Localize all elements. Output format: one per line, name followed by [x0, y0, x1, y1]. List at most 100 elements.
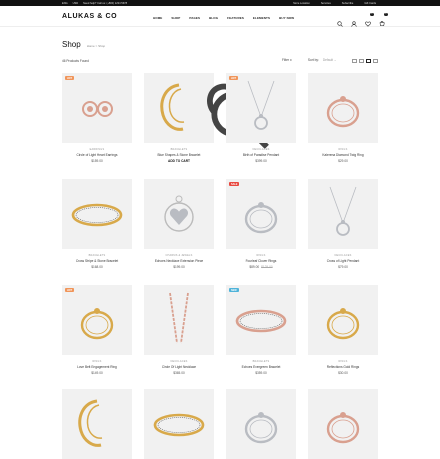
grid-2-view-icon[interactable]	[352, 58, 357, 63]
product-price: $30.00	[308, 371, 378, 375]
product-image[interactable]	[144, 285, 214, 355]
product-image[interactable]: HOT	[226, 73, 296, 143]
grid-4-view-icon[interactable]	[366, 58, 371, 63]
product-image[interactable]	[62, 179, 132, 249]
current-price: $29.00	[338, 159, 348, 163]
search-icon[interactable]	[337, 14, 343, 27]
product-category: RINGS	[92, 360, 102, 363]
sort-label: Sort by:	[307, 58, 319, 62]
services-link[interactable]: Services	[321, 2, 331, 5]
nav-buy-now[interactable]: BUY NOW	[279, 16, 294, 20]
site-header: ALUKAS & CO HOME SHOP PAGES BLOG FEATURE…	[0, 6, 440, 27]
gift-cards-link[interactable]: Gift Cards	[364, 2, 376, 5]
product-image[interactable]	[62, 389, 132, 459]
product-name[interactable]: Love Belt Engagement Ring	[62, 365, 132, 369]
sort-select[interactable]: Default ⌄	[323, 58, 337, 62]
product-price: $159.00	[62, 159, 132, 163]
sort-value: Default	[322, 58, 333, 62]
product-name[interactable]: Echoes Necklace Extension Piece	[144, 259, 214, 263]
filter-icon: ≡	[289, 58, 292, 62]
wishlist-icon[interactable]: 0	[365, 12, 374, 27]
list-view-icon[interactable]	[373, 58, 378, 63]
view-toggle	[352, 58, 378, 63]
product-image[interactable]	[308, 73, 378, 143]
product-image[interactable]	[144, 179, 214, 249]
nav-blog[interactable]: BLOG	[209, 16, 218, 20]
store-location-link[interactable]: Store Location	[293, 2, 310, 5]
product-name[interactable]: Cross Stripe & Stone Bracelet	[62, 259, 132, 263]
product-name[interactable]: Circle Of Light Necklace	[144, 365, 214, 369]
product-name[interactable]: Cross of Light Pendant	[308, 259, 378, 263]
site-logo[interactable]: ALUKAS & CO	[62, 13, 117, 20]
product-price: $149.00	[62, 371, 132, 375]
nav-features[interactable]: FEATURES	[227, 16, 244, 20]
product-name[interactable]: Blue Shapes & Stone Bracelet	[144, 153, 214, 157]
product-name[interactable]: Kalerena Diamond Twig Ring	[308, 153, 378, 157]
product-name[interactable]: Fourleaf Clover Rings	[226, 259, 296, 263]
product-tag: SALE	[229, 182, 240, 187]
product-image[interactable]	[226, 389, 296, 459]
product-name[interactable]: Reflections Gold Rings	[308, 365, 378, 369]
current-price: $359.00	[255, 371, 267, 375]
products-found: 46 Products Found	[62, 59, 89, 63]
current-price: $30.00	[338, 371, 348, 375]
cart-icon[interactable]: 0	[379, 12, 388, 27]
product-tag: NEW	[229, 288, 239, 293]
current-price: $79.00	[338, 265, 348, 269]
current-price: $399.00	[255, 159, 267, 163]
product-category: RINGS	[338, 148, 348, 151]
wishlist-heart-icon[interactable]	[205, 76, 273, 142]
current-price: $365.00	[173, 371, 185, 375]
product-name[interactable]: Birth of Paradise Pendant	[226, 153, 296, 157]
product-price: $359.00	[226, 371, 296, 375]
product-price: $399.00	[226, 159, 296, 163]
product-image[interactable]: NEW	[226, 285, 296, 355]
old-price: $129.00	[261, 265, 273, 269]
product-price: $365.00	[144, 371, 214, 375]
help-phone: Need help? Call us: (+800) 1234 5678	[83, 1, 128, 5]
product-name[interactable]: Echoes Evergreen Bracelet	[226, 365, 296, 369]
grid-3-view-icon[interactable]	[359, 58, 364, 63]
product-image[interactable]	[144, 73, 273, 149]
breadcrumb-home[interactable]: Home	[87, 44, 95, 48]
subscribe-link[interactable]: Subscribe	[342, 2, 354, 5]
product-price: $89.00 $129.00	[226, 265, 296, 269]
product-price: $168.00	[62, 265, 132, 269]
product-category: CHARMS & JEWELS	[165, 254, 193, 257]
product-image[interactable]	[308, 285, 378, 355]
product-category: BRACELETS	[252, 360, 270, 363]
nav-elements[interactable]: ELEMENTS	[253, 16, 270, 20]
product-image[interactable]: HOT	[62, 73, 132, 143]
filter-button[interactable]: Filter ≡	[282, 58, 292, 62]
product-image[interactable]	[144, 389, 214, 459]
product-tag: HOT	[65, 288, 75, 293]
page-title: Shop	[62, 40, 81, 49]
chevron-down-icon: ⌄	[333, 58, 337, 62]
product-image[interactable]: HOT	[62, 285, 132, 355]
add-to-cart-button[interactable]: ADD TO CART	[144, 159, 214, 163]
product-category: BRACELETS	[170, 148, 188, 151]
currency-select[interactable]: USD	[73, 2, 78, 5]
product-price: $79.00	[308, 265, 378, 269]
product-category: RINGS	[256, 254, 266, 257]
product-category: NECKLACES	[170, 360, 188, 363]
filter-label: Filter	[282, 58, 290, 62]
product-price: $199.00	[144, 265, 214, 269]
nav-home[interactable]: HOME	[153, 16, 162, 20]
nav-shop[interactable]: SHOP	[171, 16, 180, 20]
breadcrumb: Home > Shop	[87, 44, 105, 48]
breadcrumb-current: Shop	[98, 44, 106, 48]
product-image[interactable]	[308, 389, 378, 459]
product-image[interactable]: SALE	[226, 179, 296, 249]
account-icon[interactable]	[351, 14, 357, 27]
wishlist-count: 0	[370, 12, 374, 16]
product-image[interactable]	[308, 179, 378, 249]
quick-view-icon[interactable]	[205, 85, 269, 149]
product-price: $29.00	[308, 159, 378, 163]
product-name[interactable]: Circle of Light Heart Earrings	[62, 153, 132, 157]
product-category: RINGS	[338, 360, 348, 363]
nav-pages[interactable]: PAGES	[189, 16, 200, 20]
product-tag: HOT	[229, 76, 239, 81]
product-category: NECKLACES	[334, 254, 352, 257]
language-select[interactable]: ENG	[62, 2, 68, 5]
